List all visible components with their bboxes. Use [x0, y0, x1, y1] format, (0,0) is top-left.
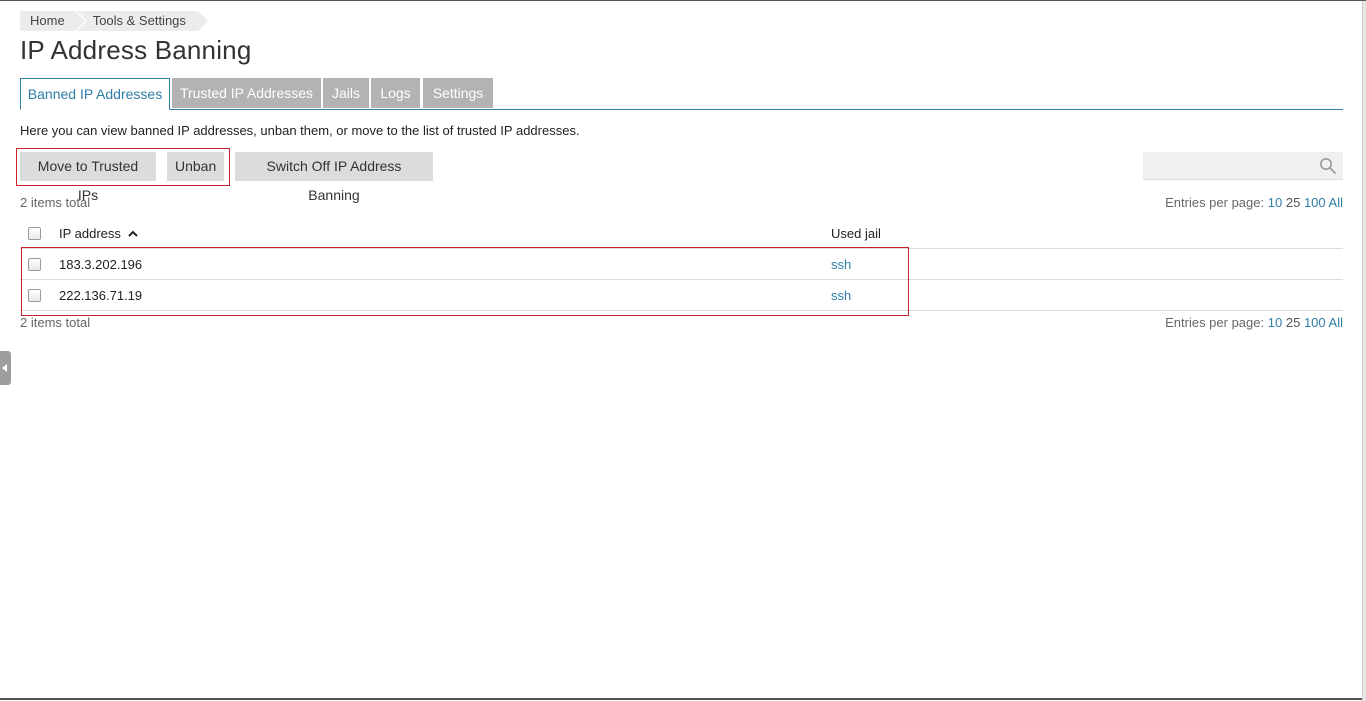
per-page-all[interactable]: All — [1329, 315, 1343, 330]
sort-ascending-icon — [127, 230, 138, 237]
window-edge — [1362, 1, 1366, 701]
items-total-top: 2 items total — [20, 195, 91, 210]
breadcrumb: Home Tools & Settings — [20, 11, 209, 31]
tab-settings[interactable]: Settings — [423, 78, 493, 108]
column-header-ip-label: IP address — [59, 226, 121, 241]
tab-bar: Banned IP Addresses Trusted IP Addresses… — [20, 78, 1343, 110]
search-icon[interactable] — [1319, 157, 1337, 175]
page-description: Here you can view banned IP addresses, u… — [20, 123, 580, 138]
column-header-ip-address[interactable]: IP address — [59, 226, 138, 241]
search-box[interactable] — [1143, 152, 1343, 180]
entries-per-page-label: Entries per page: — [1165, 315, 1265, 330]
per-page-10[interactable]: 10 — [1268, 195, 1282, 210]
per-page-10[interactable]: 10 — [1268, 315, 1282, 330]
page-title: IP Address Banning — [20, 35, 252, 65]
tab-logs[interactable]: Logs — [371, 78, 420, 108]
items-total-bottom: 2 items total — [20, 315, 91, 330]
per-page-25: 25 — [1285, 315, 1301, 330]
select-all-checkbox[interactable] — [28, 227, 41, 240]
highlight-box-rows — [21, 247, 909, 316]
sidebar-toggle-handle[interactable] — [0, 351, 11, 385]
entries-per-page-top: Entries per page: 10 25 100 All — [1165, 195, 1343, 210]
tab-jails[interactable]: Jails — [323, 78, 369, 108]
table-header: IP address Used jail — [20, 220, 1343, 249]
breadcrumb-tools-settings[interactable]: Tools & Settings — [76, 11, 209, 31]
tab-trusted-ip-addresses[interactable]: Trusted IP Addresses — [172, 78, 321, 108]
move-to-trusted-ips-button[interactable]: Move to Trusted IPs — [20, 152, 156, 203]
breadcrumb-home[interactable]: Home — [20, 11, 85, 31]
switch-off-ip-banning-button[interactable]: Switch Off IP Address Banning — [235, 152, 433, 203]
entries-per-page-label: Entries per page: — [1165, 195, 1265, 210]
entries-per-page-bottom: Entries per page: 10 25 100 All — [1165, 315, 1343, 330]
per-page-100[interactable]: 100 — [1304, 195, 1326, 210]
unban-button[interactable]: Unban — [167, 152, 224, 181]
tab-banned-ip-addresses[interactable]: Banned IP Addresses — [20, 78, 170, 110]
per-page-all[interactable]: All — [1329, 195, 1343, 210]
per-page-25: 25 — [1285, 195, 1301, 210]
per-page-100[interactable]: 100 — [1304, 315, 1326, 330]
column-header-used-jail: Used jail — [831, 226, 881, 241]
